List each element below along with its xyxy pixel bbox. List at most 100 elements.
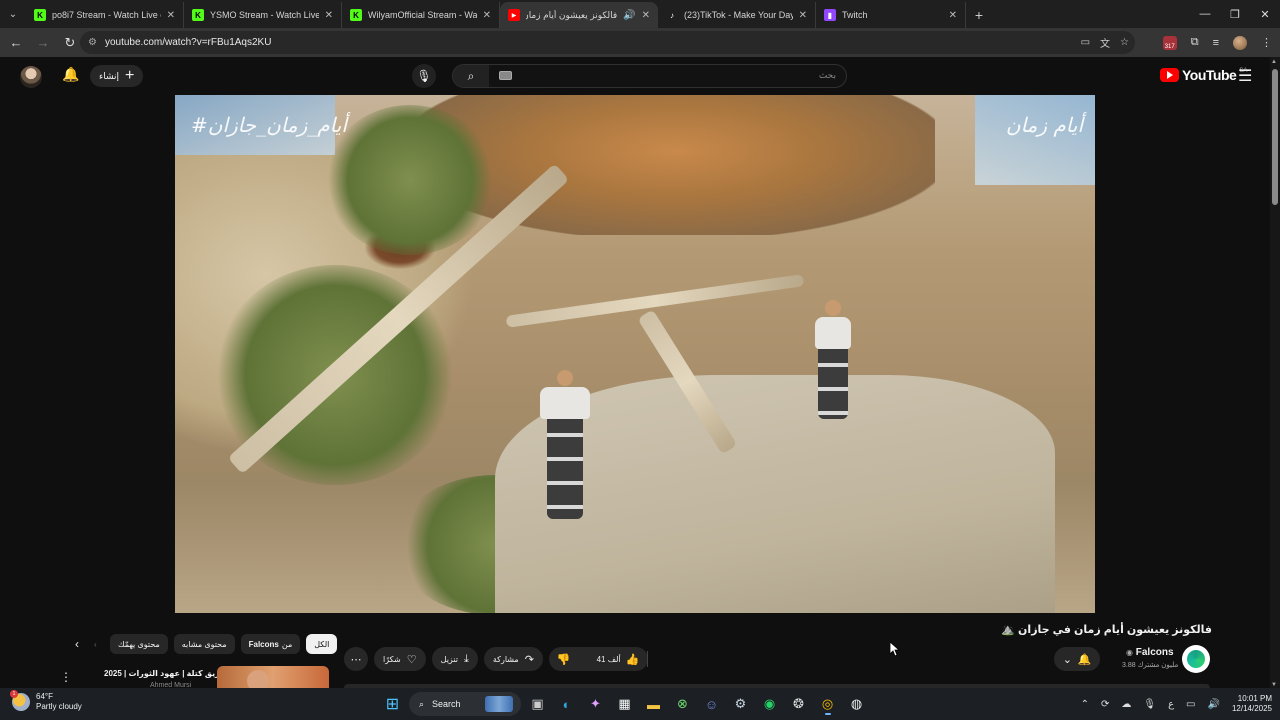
browser-tab-5[interactable]: ♪ (23)TikTok - Make Your Day ✕	[658, 2, 816, 28]
profile-avatar[interactable]	[1233, 35, 1247, 50]
browser-tab-4-active[interactable]: ▶ فالكونز يعيشون أيام زمان في 🔊 ✕	[500, 2, 658, 28]
search-icon[interactable]: ⌕	[453, 65, 489, 87]
onedrive-cloud-icon[interactable]: ☁	[1121, 699, 1131, 710]
search-icon: ⌕	[419, 698, 425, 709]
minimize-icon[interactable]: —	[1190, 0, 1220, 28]
browser-tab-2[interactable]: K YSMO Stream - Watch Live on K ✕	[184, 2, 342, 28]
guide-menu-icon[interactable]: ☰	[1238, 66, 1252, 86]
browser-tab-1[interactable]: K po8i7 Stream - Watch Live on K ✕	[26, 2, 184, 28]
forward-arrow-icon[interactable]: →	[31, 31, 55, 55]
edge-icon[interactable]: ◐	[554, 692, 579, 716]
bookmark-star-icon[interactable]: ☆	[1120, 37, 1129, 48]
task-view-icon[interactable]: ▣	[525, 692, 550, 716]
video-player[interactable]: #أيام_زمان_جازان أيام زمان	[175, 95, 1095, 613]
download-button[interactable]: تنزيل ⤓	[431, 647, 478, 671]
input-language[interactable]: ع	[1168, 699, 1174, 710]
chatgpt-icon[interactable]: ❂	[786, 692, 811, 716]
extension-badge-icon[interactable]: 317	[1162, 35, 1177, 50]
weather-widget[interactable]: 1 64°F Partly cloudy	[10, 690, 82, 712]
youtube-logo[interactable]: YouTube SA	[1160, 67, 1247, 83]
subscribed-notifications-button[interactable]: ⌄ 🔔	[1054, 647, 1100, 671]
reload-icon[interactable]: ↻	[58, 31, 82, 55]
chrome-icon[interactable]: ◎	[815, 692, 840, 716]
browser-tab-3[interactable]: K WilyamOfficial Stream - Watch ✕	[342, 2, 500, 28]
taskbar-search-label: Search	[432, 699, 461, 709]
audio-playing-icon[interactable]: 🔊	[623, 10, 635, 21]
site-info-icon[interactable]: ⚙	[88, 37, 97, 48]
more-vertical-icon[interactable]: ⋮	[58, 670, 74, 684]
close-tab-icon[interactable]: ✕	[325, 10, 333, 21]
more-actions-button[interactable]: ⋯	[344, 647, 368, 671]
close-tab-icon[interactable]: ✕	[483, 10, 491, 21]
video-scene-person	[540, 370, 590, 519]
account-avatar[interactable]	[20, 66, 42, 88]
download-label: تنزيل	[440, 654, 458, 664]
verified-icon: ◉	[1126, 648, 1133, 657]
windows-start-icon[interactable]: ⊞	[380, 692, 405, 716]
close-tab-icon[interactable]: ✕	[642, 10, 650, 21]
page-scrollbar[interactable]: ▲ ▼	[1270, 57, 1280, 688]
tab-search-chevron-icon[interactable]: ⌄	[0, 1, 26, 27]
close-tab-icon[interactable]: ✕	[799, 10, 807, 21]
extensions-puzzle-icon[interactable]: ⧉	[1191, 36, 1199, 49]
scroll-up-icon[interactable]: ▲	[1271, 59, 1277, 65]
obs-icon[interactable]: ◍	[844, 692, 869, 716]
subscriber-count: 3.88 مليون مشترك	[1122, 662, 1179, 669]
back-arrow-icon[interactable]: ←	[4, 31, 28, 55]
channel-avatar[interactable]	[1182, 645, 1210, 673]
microsoft-store-icon[interactable]: ▦	[612, 692, 637, 716]
file-explorer-icon[interactable]: ▬	[641, 692, 666, 716]
chip-all[interactable]: الكل	[306, 634, 338, 654]
keyboard-icon[interactable]	[499, 71, 512, 80]
chrome-menu-icon[interactable]: ⋮	[1261, 36, 1272, 49]
microphone-icon[interactable]: 🎙	[1143, 699, 1156, 710]
new-tab-button[interactable]: +	[966, 7, 992, 23]
close-tab-icon[interactable]: ✕	[949, 10, 957, 21]
taskbar-search-button[interactable]: ⌕ Search	[409, 692, 521, 716]
taskbar-clock[interactable]: 10:01 PM 12/14/2025	[1232, 694, 1272, 714]
channel-name[interactable]: ◉ Falcons	[1126, 647, 1174, 658]
whatsapp-icon[interactable]: ◉	[757, 692, 782, 716]
browser-tab-6[interactable]: ▮ Twitch ✕	[816, 2, 966, 28]
partly-cloudy-icon: 1	[10, 690, 30, 711]
share-button[interactable]: مشاركة ↷	[483, 647, 543, 671]
tab-media-icon[interactable]: ≡	[1213, 37, 1219, 49]
taskbar-apps: ⊞ ⌕ Search ▣ ◐ ✦ ▦ ▬ ⊗ ☺ ⚙ ◉ ❂ ◎ ◍	[380, 692, 869, 716]
related-filter-chips: ‹ ‹ محتوى يهمّك محتوى مشابه Falcons من ا…	[66, 633, 338, 655]
maximize-icon[interactable]: ❐	[1220, 0, 1250, 28]
tray-overflow-chevron-icon[interactable]: ⌃	[1081, 699, 1089, 710]
chip-for-you[interactable]: محتوى يهمّك	[110, 634, 168, 654]
notifications-bell-icon[interactable]: 🔔	[62, 66, 79, 83]
close-tab-icon[interactable]: ✕	[167, 10, 175, 21]
network-icon[interactable]: ▭	[1186, 699, 1195, 710]
discord-icon[interactable]: ☺	[699, 692, 724, 716]
system-tray: ⌃ ⟳ ☁ 🎙 ع ▭ 🔊 10:01 PM 12/14/2025	[1081, 692, 1272, 716]
twitch-icon: ▮	[824, 9, 836, 21]
dislike-thumb-icon[interactable]: 👎	[549, 653, 581, 666]
search-placeholder: بحث	[818, 70, 836, 80]
recommended-video-thumbnail[interactable]	[217, 666, 329, 688]
recommended-video-title[interactable]: فريق كتلة | عهود الثورات | 2025	[104, 669, 225, 678]
thanks-button[interactable]: شكرًا ♡	[374, 647, 426, 671]
translate-icon[interactable]: 文	[1100, 35, 1110, 50]
chips-scroll-left-icon[interactable]: ‹	[66, 637, 88, 651]
video-scene-sky	[975, 95, 1095, 185]
voice-search-mic-icon[interactable]: 🎙	[412, 64, 436, 88]
windows-taskbar: 1 64°F Partly cloudy ⊞ ⌕ Search ▣ ◐ ✦ ▦ …	[0, 688, 1280, 720]
address-bar[interactable]: ⚙ youtube.com/watch?v=rFBu1Aqs2KU ▭ 文 ☆	[80, 31, 1135, 54]
copilot-icon[interactable]: ✦	[583, 692, 608, 716]
scrollbar-thumb[interactable]	[1272, 69, 1278, 205]
recommended-video-item[interactable]: ⋮ فريق كتلة | عهود الثورات | 2025 Ahmed …	[58, 666, 329, 689]
chip-from-channel[interactable]: Falcons من	[240, 634, 301, 654]
search-input[interactable]: ⌕ بحث	[452, 64, 847, 88]
chip-related[interactable]: محتوى مشابه	[173, 634, 235, 654]
volume-icon[interactable]: 🔊	[1208, 699, 1220, 710]
sync-icon[interactable]: ⟳	[1101, 699, 1109, 710]
like-button[interactable]: 41 ألف 👍	[587, 651, 649, 667]
xbox-icon[interactable]: ⊗	[670, 692, 695, 716]
cast-icon[interactable]: ▭	[1081, 37, 1090, 48]
create-button[interactable]: إنشاء +	[90, 65, 144, 87]
close-window-icon[interactable]: ✕	[1250, 0, 1280, 28]
like-thumb-icon: 👍	[625, 653, 640, 666]
steam-icon[interactable]: ⚙	[728, 692, 753, 716]
